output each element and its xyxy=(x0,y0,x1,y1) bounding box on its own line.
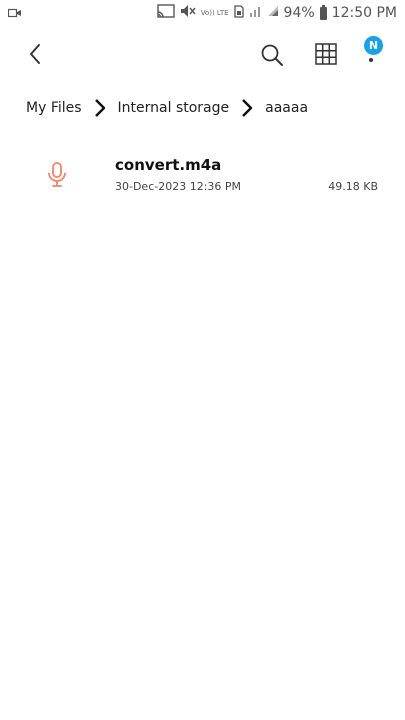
clock: 12:50 PM xyxy=(331,5,397,21)
breadcrumb: My Files Internal storage aaaaa xyxy=(26,96,308,120)
cast-icon xyxy=(156,4,175,22)
status-bar-left xyxy=(7,6,22,22)
search-icon xyxy=(261,44,283,66)
file-size: 49.18 KB xyxy=(328,180,378,193)
breadcrumb-my-files[interactable]: My Files xyxy=(26,100,82,116)
volte-icon: Vo)) LTE xyxy=(200,8,229,17)
signal-icon xyxy=(249,5,262,21)
more-options-icon xyxy=(369,58,373,62)
notification-badge: N xyxy=(364,36,383,55)
status-bar: Vo)) LTE 94% 12:50 PM xyxy=(0,0,405,28)
breadcrumb-internal-storage[interactable]: Internal storage xyxy=(118,100,230,116)
breadcrumb-current-folder[interactable]: aaaaa xyxy=(265,100,308,116)
back-button[interactable] xyxy=(22,40,50,68)
chevron-right-icon xyxy=(242,99,253,117)
video-camera-icon xyxy=(7,6,22,22)
toolbar: N xyxy=(0,34,405,74)
microphone-icon xyxy=(46,161,68,189)
battery-percent: 94% xyxy=(283,5,315,21)
search-button[interactable] xyxy=(259,42,285,68)
more-options-button[interactable]: N xyxy=(358,34,384,68)
file-date: 30-Dec-2023 12:36 PM xyxy=(115,180,242,193)
status-bar-right: Vo)) LTE 94% 12:50 PM xyxy=(156,4,397,22)
back-arrow-icon xyxy=(30,44,40,64)
chevron-right-icon xyxy=(94,99,105,117)
mute-icon xyxy=(180,4,196,22)
battery-icon xyxy=(319,4,327,20)
list-item[interactable]: convert.m4a 30-Dec-2023 12:36 PM 49.18 K… xyxy=(0,150,405,202)
signal-icon-2 xyxy=(267,5,279,21)
file-name: convert.m4a xyxy=(115,156,222,174)
grid-view-icon xyxy=(315,43,337,65)
sim-icon xyxy=(233,4,244,22)
grid-view-button[interactable] xyxy=(314,42,338,66)
